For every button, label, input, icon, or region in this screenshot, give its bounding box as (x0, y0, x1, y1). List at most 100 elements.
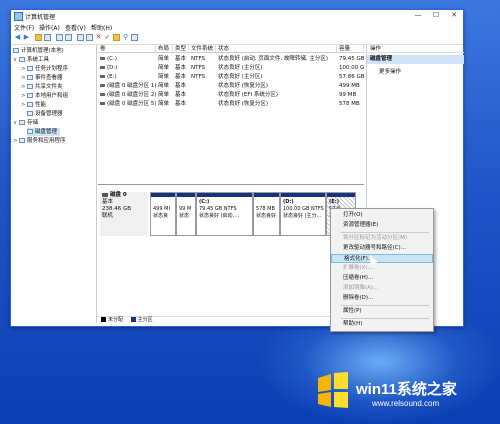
volume-cell: 基本 (175, 64, 189, 72)
volume-cell-text: 状态良好 (恢复分区) (218, 101, 269, 107)
volume-row[interactable]: (E:) 简单 基本 NTFS 状态良好 (主分区) 57.86 GB (98, 73, 364, 81)
storage-icon (19, 120, 25, 125)
context-menu-item[interactable]: 打开(O) (331, 211, 433, 220)
disk-view-icon[interactable] (86, 34, 93, 41)
volume-cell: NTFS (191, 55, 216, 63)
partition-3[interactable]: 578 MB 状态良好 (253, 192, 280, 236)
volume-row[interactable]: (D:) 简单基本 NTFS 状态良好 (主分区) 100.00 GB (98, 64, 364, 72)
volume-cell-text: 简单 (158, 83, 170, 89)
menu-view[interactable]: 查看(V) (65, 23, 86, 32)
partition-2[interactable]: (C:) 79.45 GB NTFS 状态良好 (启动,… (196, 192, 253, 236)
up-folder-icon[interactable] (35, 34, 42, 41)
volume-cell: 基本 (175, 82, 189, 90)
show-hide-tree-icon[interactable] (44, 34, 51, 41)
more-actions-link[interactable]: 更多操作 (379, 67, 401, 75)
partition-text: (D:) 100.00 GB NTFS 状态良好 (主分… (283, 199, 324, 220)
column-header-capacity[interactable]: 容量 (337, 45, 364, 53)
tree-item-shared-folders[interactable]: > 共享文件夹 (21, 83, 63, 91)
legend-unallocated: 未分配 (101, 317, 123, 323)
volume-cell: NTFS (191, 64, 216, 72)
volume-cell-text: 基本 (175, 65, 187, 71)
refresh-icon[interactable] (131, 34, 138, 41)
volume-cell: 578 MB (339, 100, 364, 108)
partition-4[interactable]: (D:) 100.00 GB NTFS 状态良好 (主分… (280, 192, 326, 236)
volume-row[interactable]: (磁盘 0 磁盘分区 1) 简单 基本 状态良好 (恢复分区) 499 MB (98, 82, 364, 90)
volume-row[interactable]: (磁盘 0 磁盘分区 2) 简单 基本 状态良好 (EFI 系统分区) 99 MB (98, 91, 364, 99)
context-menu-item[interactable]: 格式化(F)... (331, 254, 433, 263)
column-header-status[interactable]: 状态 (216, 45, 337, 53)
tree-item-local-users-groups[interactable]: > 本地用户和组 (21, 92, 68, 100)
context-menu-separator (341, 318, 429, 319)
partition-color-bar (281, 193, 325, 197)
clock-icon (27, 66, 33, 71)
volume-cell: 简单 (158, 55, 173, 63)
disk-status: 联机 (102, 213, 114, 219)
maximize-button[interactable]: ☐ (429, 11, 443, 20)
tree-item-performance[interactable]: > 性能 (21, 101, 46, 109)
menu-help[interactable]: 帮助(H) (91, 23, 112, 32)
context-menu-separator (341, 232, 429, 233)
menu-file[interactable]: 文件(F) (14, 23, 34, 32)
menu-action[interactable]: 操作(A) (39, 23, 60, 32)
volume-cell: 简单 (158, 91, 173, 99)
column-header-volume[interactable]: 卷 (98, 45, 156, 53)
volume-cell-text: 基本 (175, 56, 187, 62)
help-icon[interactable] (77, 34, 84, 41)
context-menu-item[interactable]: 删除卷(D)... (331, 294, 433, 303)
tree-item-task-scheduler[interactable]: > 任务计划程序 (21, 65, 68, 73)
volume-row[interactable]: (磁盘 0 磁盘分区 5) 简单 基本 状态良好 (恢复分区) 578 MB (98, 100, 364, 108)
volume-cell-text: 基本 (175, 74, 187, 80)
search-icon[interactable]: ⚲ (122, 34, 129, 41)
volume-row[interactable]: (C:) 简单 基本 NTFS 状态良好 (启动, 页面文件, 故障转储, 主分区) 79… (98, 55, 364, 63)
volume-list: 卷 布局 类型 文件系统 状态 容量 (C:) 简单 基本 NTFS 状态良好 (启动,… (98, 45, 364, 183)
volume-cell: (D:) (100, 64, 156, 72)
tree-item-event-viewer[interactable]: > 事件查看器 (21, 74, 63, 82)
context-menu-item: 添加镜像(A)... (343, 285, 379, 291)
volume-cell: (C:) (100, 55, 156, 63)
back-arrow-icon[interactable]: ◀ (14, 34, 21, 41)
list-view-icon[interactable] (65, 34, 72, 41)
volume-cell-text: 状态良好 (恢复分区) (218, 83, 269, 89)
tree-item-services-applications[interactable]: > 服务和应用程序 (13, 137, 66, 145)
volume-cell-text: 简单 (158, 101, 170, 107)
partition-spacer (179, 199, 191, 206)
pane-splitter[interactable] (98, 184, 364, 185)
partition-1[interactable]: 99 M 状态 (176, 192, 196, 236)
partition-text: (C:) 79.45 GB NTFS 状态良好 (启动,… (199, 199, 239, 220)
forward-arrow-icon[interactable]: ▶ (23, 34, 30, 41)
tree-item-storage[interactable]: ∨ 存储 (13, 119, 38, 127)
column-header-layout[interactable]: 布局 (156, 45, 173, 53)
tree-item-system-tools[interactable]: ∨ 系统工具 (13, 56, 49, 64)
navigation-tree: 计算机管理(本地) ∨ 系统工具 > 任务计划程序 > 事件查看器 > 共享文件夹 > 本… (11, 45, 97, 323)
tree-item-computer-management[interactable]: 计算机管理(本地) (13, 47, 64, 55)
properties-icon[interactable] (56, 34, 63, 41)
volume-cell: 基本 (175, 91, 189, 99)
context-menu-item[interactable]: 帮助(H) (331, 320, 433, 329)
services-icon (19, 138, 25, 143)
column-header-type[interactable]: 类型 (173, 45, 189, 53)
disk-name: 磁盘 0 (102, 192, 148, 199)
watermark-url: www.relsound.com (372, 399, 440, 408)
volume-drive-icon (100, 84, 105, 87)
volume-cell-text: NTFS (191, 74, 206, 80)
tree-item-device-manager[interactable]: 设备管理器 (27, 110, 63, 118)
minimize-button[interactable]: — (411, 11, 425, 20)
tree-item-disk-management[interactable]: 磁盘管理 (27, 128, 61, 136)
context-menu-item[interactable]: 资源管理器(E) (331, 221, 433, 230)
disk-0-label[interactable]: 磁盘 0 基本 238.46 GB 联机 (100, 192, 148, 236)
open-folder-icon[interactable] (113, 34, 120, 41)
context-menu-item[interactable]: 更改驱动器号和路径(C)... (331, 244, 433, 253)
delete-icon[interactable]: ✕ (95, 34, 102, 41)
partition-0[interactable]: 499 MI 状态良 (150, 192, 176, 236)
actions-disk-management[interactable]: 磁盘管理 (367, 55, 464, 64)
title-bar[interactable]: 计算机管理 — ☐ ✕ (11, 10, 463, 22)
close-button[interactable]: ✕ (447, 11, 461, 20)
column-header-filesystem[interactable]: 文件系统 (189, 45, 216, 53)
context-menu-item[interactable]: 属性(P) (331, 307, 433, 316)
context-menu-item[interactable]: 压缩卷(H)... (331, 274, 433, 283)
check-icon[interactable]: ✓ (104, 34, 111, 41)
partition-name: (E:) (329, 199, 339, 205)
volume-cell-text: 基本 (175, 101, 187, 107)
volume-drive-icon (100, 102, 105, 105)
partition-color-bar (254, 193, 279, 197)
